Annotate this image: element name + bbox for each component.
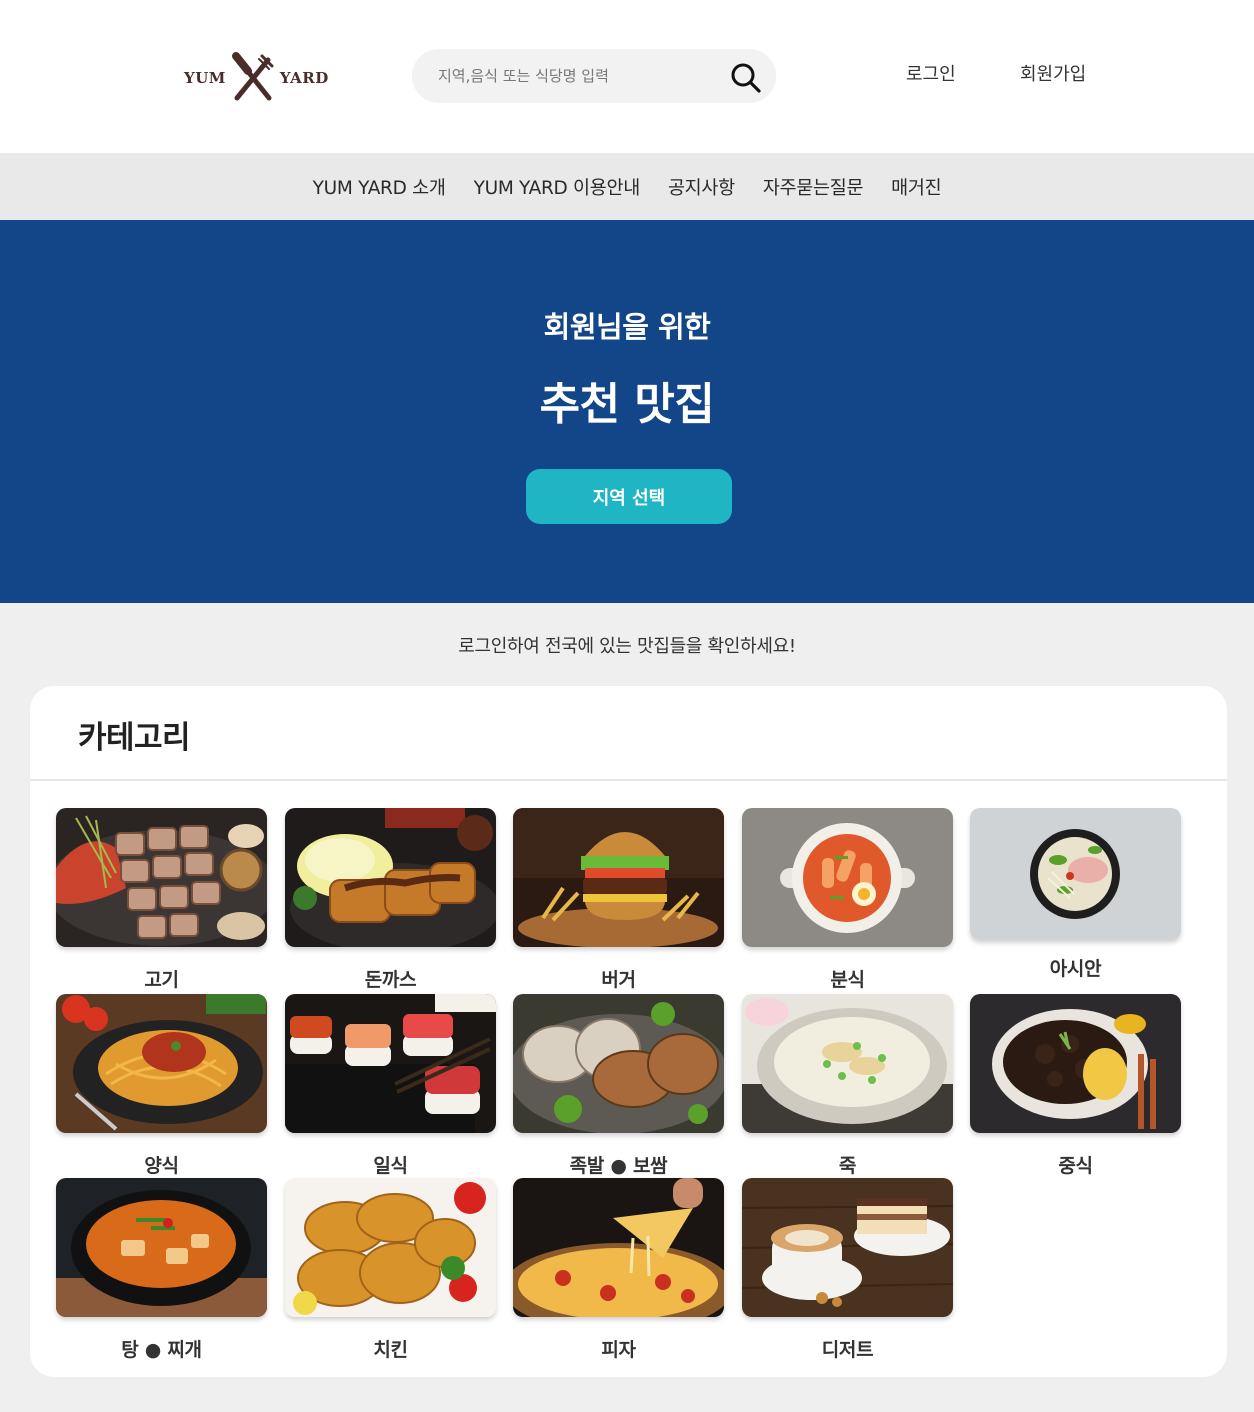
category-label: 족발 ● 보쌈 [569,1155,668,1177]
crossed-fork-knife-icon [231,52,274,101]
top-nav: YUM YARD 소개 YUM YARD 이용안내 공지사항 자주묻는질문 매거… [0,153,1254,220]
logo-word-right: YARD [279,69,329,87]
category-jokbal-bossam-image [513,994,724,1133]
category-label: 버거 [601,969,636,991]
category-label: 디저트 [821,1339,874,1361]
search-button[interactable] [726,58,766,98]
hero-banner: 회원님을 위한 추천 맛집 지역 선택 [0,220,1254,603]
login-link[interactable]: 로그인 [906,60,956,86]
nav-item-guide[interactable]: YUM YARD 이용안내 [474,174,641,200]
category-asian-image [970,808,1181,940]
category-title: 카테고리 [78,720,191,756]
category-meat[interactable]: 고기 [56,808,267,992]
category-tonkatsu[interactable]: 돈까스 [285,808,496,992]
category-burger[interactable]: 버거 [513,808,724,992]
category-label: 일식 [373,1155,408,1177]
nav-item-notice[interactable]: 공지사항 [668,174,735,200]
category-tonkatsu-image [285,808,496,947]
category-label: 피자 [601,1339,636,1361]
category-label: 중식 [1058,1155,1093,1177]
category-label: 치킨 [373,1339,408,1361]
category-label: 아시안 [1049,958,1102,980]
category-jokbal-bossam[interactable]: 족발 ● 보쌈 [513,994,724,1178]
category-burger-image [513,808,724,947]
category-label: 분식 [830,969,865,991]
category-dessert[interactable]: 디저트 [742,1178,953,1362]
hero-subtitle: 회원님을 위한 [543,310,711,344]
signup-link[interactable]: 회원가입 [1020,60,1086,86]
search-icon [731,63,761,93]
region-select-button[interactable]: 지역 선택 [526,469,732,524]
category-japanese-image [285,994,496,1133]
category-chinese[interactable]: 중식 [970,994,1181,1178]
nav-item-magazine[interactable]: 매거진 [891,174,941,200]
category-meat-image [56,808,267,947]
nav-item-about[interactable]: YUM YARD 소개 [313,174,446,200]
category-pizza-image [513,1178,724,1317]
site-header: YUM YARD 로그인 회원가입 [0,0,1254,153]
category-western[interactable]: 양식 [56,994,267,1178]
logo-word-left: YUM [184,69,226,87]
category-label: 고기 [144,969,179,991]
search-input[interactable] [438,61,718,91]
category-label: 양식 [144,1155,179,1177]
category-asian[interactable]: 아시안 [970,808,1181,981]
category-porridge[interactable]: 죽 [742,994,953,1178]
category-stew[interactable]: 탕 ● 찌개 [56,1178,267,1362]
category-stew-image [56,1178,267,1317]
category-chicken[interactable]: 치킨 [285,1178,496,1362]
logo[interactable]: YUM YARD [184,52,340,104]
category-card: 카테고리 고기 돈까스 버거 분식 아시안 양식 일식 족발 ● 보쌈 죽 중식… [30,686,1227,1377]
category-dessert-image [742,1178,953,1317]
category-bunsik-image [742,808,953,947]
category-label: 탕 ● 찌개 [121,1339,202,1361]
category-label: 죽 [838,1155,857,1177]
category-porridge-image [742,994,953,1133]
hero-title: 추천 맛집 [539,379,715,430]
nav-item-faq[interactable]: 자주묻는질문 [763,174,864,200]
category-pizza[interactable]: 피자 [513,1178,724,1362]
search-bar [412,49,776,103]
login-notice: 로그인하여 전국에 있는 맛집들을 확인하세요! [458,636,796,657]
category-western-image [56,994,267,1133]
card-divider [30,779,1227,781]
category-label: 돈까스 [364,969,417,991]
category-japanese[interactable]: 일식 [285,994,496,1178]
category-chinese-image [970,994,1181,1133]
category-bunsik[interactable]: 분식 [742,808,953,992]
category-chicken-image [285,1178,496,1317]
